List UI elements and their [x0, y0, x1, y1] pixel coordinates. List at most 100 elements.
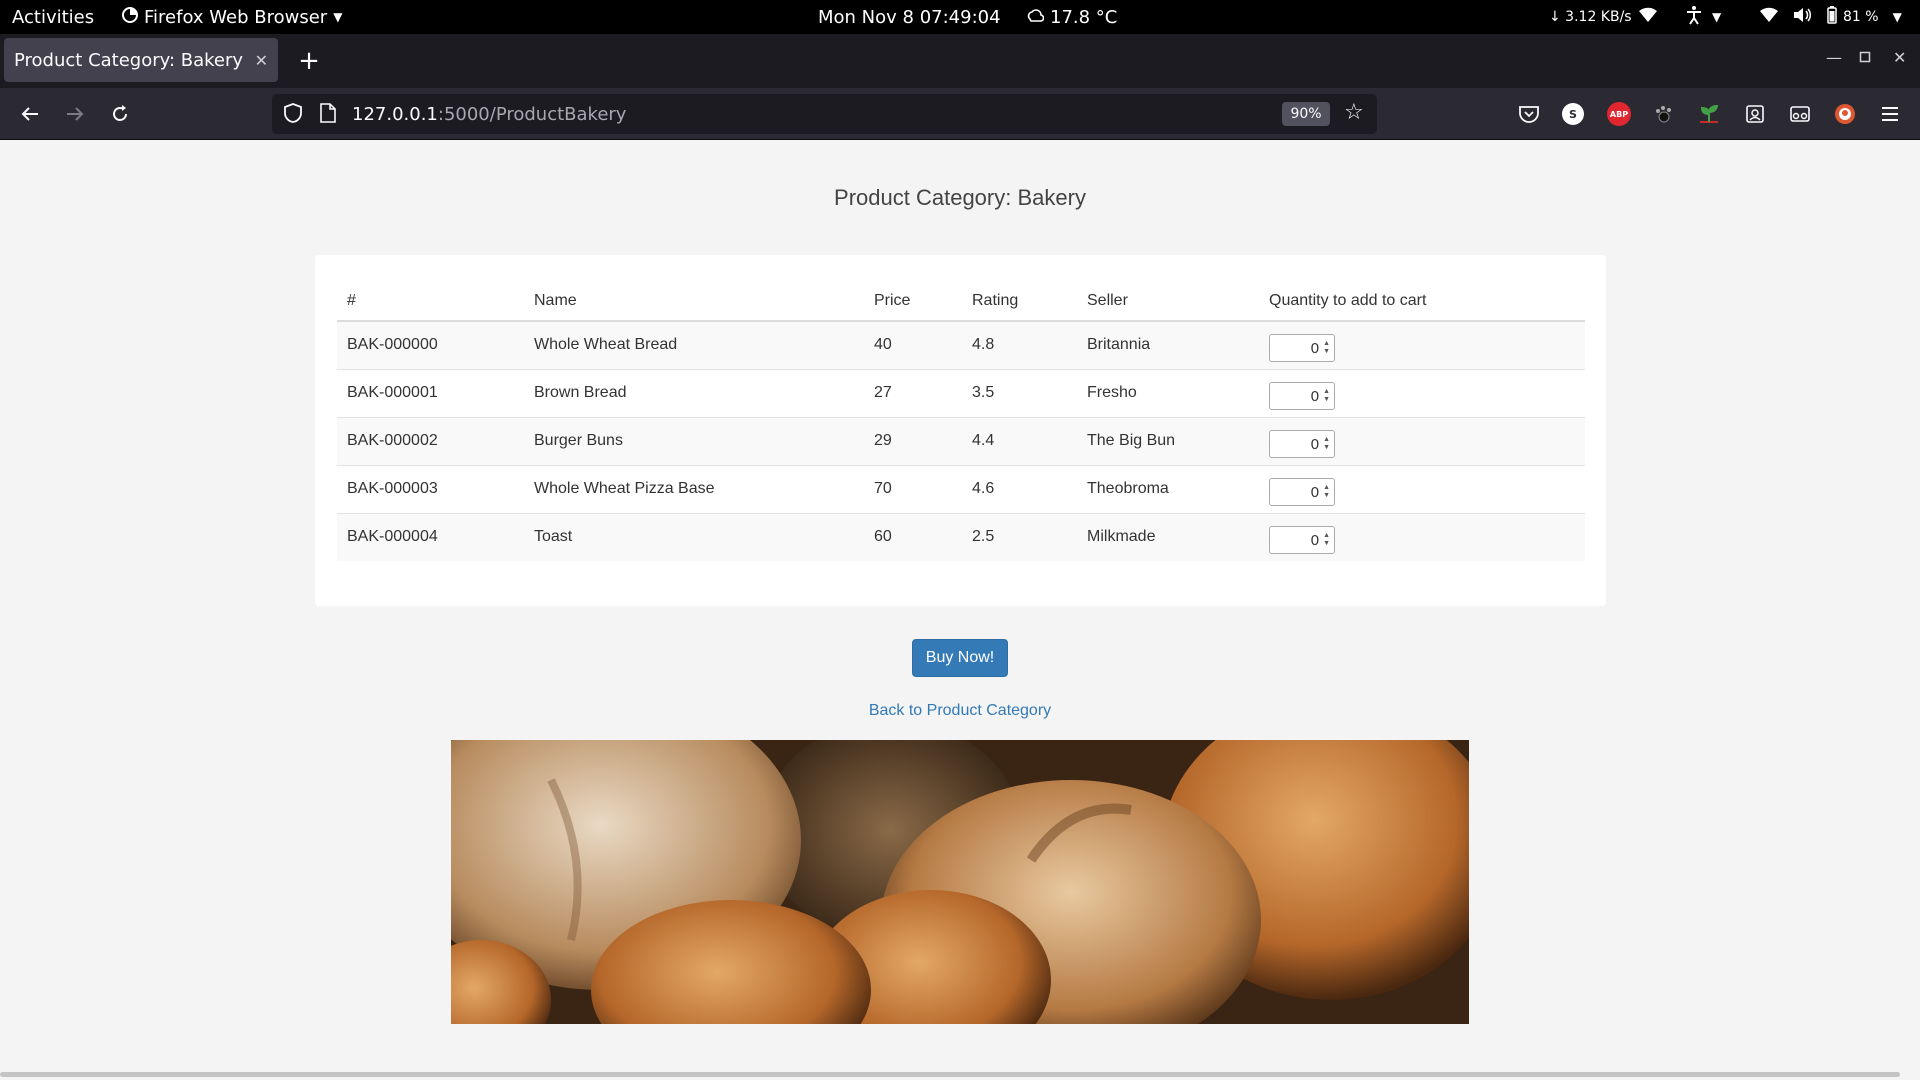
- minimize-icon[interactable]: —: [1826, 48, 1842, 67]
- battery-indicator: 81 %: [1827, 6, 1879, 28]
- app-name: Firefox Web Browser: [144, 6, 328, 28]
- paw-icon[interactable]: [1652, 102, 1676, 126]
- page-info-icon[interactable]: [318, 102, 338, 128]
- quantity-cell: 0 ▲ ▼: [1259, 464, 1585, 513]
- clock[interactable]: Mon Nov 8 07:49:04: [818, 0, 1001, 34]
- back-to-category-link[interactable]: Back to Product Category: [0, 702, 1920, 720]
- horizontal-scrollbar[interactable]: [0, 1072, 1900, 1077]
- system-top-bar: Activities Firefox Web Browser ▼ Mon Nov…: [0, 0, 1920, 34]
- quantity-value: 0: [1310, 483, 1320, 501]
- bookmark-star-icon[interactable]: ☆: [1344, 100, 1364, 125]
- product-seller: Theobroma: [1077, 464, 1259, 513]
- tab-strip: Product Category: Bakery ✕ + — ✕: [0, 34, 1920, 88]
- product-price: 27: [864, 368, 962, 417]
- duckduckgo-icon[interactable]: [1833, 102, 1857, 126]
- pocket-icon[interactable]: [1517, 102, 1541, 126]
- product-id: BAK-000001: [337, 368, 524, 417]
- product-name: Burger Buns: [524, 416, 864, 465]
- reload-button[interactable]: [102, 96, 138, 132]
- col-header-id: #: [337, 281, 524, 322]
- quantity-stepper[interactable]: 0 ▲ ▼: [1269, 382, 1335, 410]
- page-title: Product Category: Bakery: [834, 185, 1086, 210]
- maximize-icon[interactable]: [1859, 48, 1871, 67]
- spinner-arrows-icon[interactable]: ▲ ▼: [1323, 436, 1330, 452]
- product-rating: 3.5: [962, 368, 1077, 417]
- glasses-icon[interactable]: [1788, 102, 1812, 126]
- reader-icon[interactable]: [1743, 102, 1767, 126]
- spinner-arrows-icon[interactable]: ▲ ▼: [1323, 532, 1330, 548]
- table-header-row: # Name Price Rating Seller Quantity to a…: [337, 281, 1585, 322]
- quantity-cell: 0 ▲ ▼: [1259, 512, 1585, 561]
- product-id: BAK-000000: [337, 320, 524, 369]
- weather-indicator[interactable]: 17.8 °C: [1026, 0, 1117, 34]
- product-seller: Britannia: [1077, 320, 1259, 369]
- caret-down-icon: ▼: [333, 10, 343, 24]
- product-name: Brown Bread: [524, 368, 864, 417]
- quantity-value: 0: [1310, 387, 1320, 405]
- adblock-plus-icon[interactable]: ABP: [1607, 102, 1631, 126]
- product-name: Toast: [524, 512, 864, 561]
- buy-now-button[interactable]: Buy Now!: [912, 639, 1008, 677]
- product-rating: 2.5: [962, 512, 1077, 561]
- new-tab-button[interactable]: +: [292, 44, 326, 78]
- caret-down-icon: ▼: [1892, 10, 1902, 24]
- zoom-level-badge[interactable]: 90%: [1282, 102, 1330, 126]
- col-header-rating: Rating: [962, 281, 1077, 322]
- shield-icon[interactable]: [282, 102, 304, 128]
- system-menu[interactable]: 81 % ▼: [1759, 0, 1902, 34]
- quantity-cell: 0 ▲ ▼: [1259, 416, 1585, 465]
- table-row: BAK-000000 Whole Wheat Bread 40 4.8 Brit…: [337, 320, 1585, 369]
- url-bar[interactable]: 127.0.0.1:5000/ProductBakery 90% ☆: [272, 94, 1377, 134]
- activities-button[interactable]: Activities: [12, 0, 94, 34]
- forward-button[interactable]: [57, 96, 93, 132]
- s-icon[interactable]: S: [1562, 103, 1584, 125]
- table-row: BAK-000001 Brown Bread 27 3.5 Fresho 0 ▲…: [337, 368, 1585, 417]
- back-button[interactable]: [12, 96, 48, 132]
- product-id: BAK-000002: [337, 416, 524, 465]
- spinner-arrows-icon[interactable]: ▲ ▼: [1323, 484, 1330, 500]
- spinner-arrows-icon[interactable]: ▲ ▼: [1323, 388, 1330, 404]
- navigation-toolbar: 127.0.0.1:5000/ProductBakery 90% ☆ S ABP: [0, 88, 1920, 140]
- tab-title: Product Category: Bakery: [14, 49, 244, 71]
- quantity-stepper[interactable]: 0 ▲ ▼: [1269, 478, 1335, 506]
- quantity-value: 0: [1310, 531, 1320, 549]
- product-seller: Milkmade: [1077, 512, 1259, 561]
- caret-down-icon: ▼: [1712, 10, 1722, 24]
- weather-icon: [1026, 6, 1045, 29]
- battery-percent: 81 %: [1843, 9, 1879, 25]
- quantity-value: 0: [1310, 339, 1320, 357]
- quantity-stepper[interactable]: 0 ▲ ▼: [1269, 430, 1335, 458]
- product-id: BAK-000003: [337, 464, 524, 513]
- url-path: :5000/ProductBakery: [437, 103, 627, 125]
- accessibility-menu[interactable]: ▼: [1686, 0, 1721, 34]
- products-table: # Name Price Rating Seller Quantity to a…: [337, 281, 1585, 561]
- product-name: Whole Wheat Bread: [524, 320, 864, 369]
- col-header-quantity: Quantity to add to cart: [1259, 281, 1585, 322]
- wifi-icon: [1759, 7, 1779, 27]
- app-menu[interactable]: Firefox Web Browser ▼: [122, 0, 342, 34]
- plant-icon[interactable]: [1697, 102, 1721, 126]
- close-window-icon[interactable]: ✕: [1893, 48, 1906, 67]
- bakery-bread-image: [451, 740, 1469, 1024]
- table-row: BAK-000002 Burger Buns 29 4.4 The Big Bu…: [337, 416, 1585, 465]
- close-icon[interactable]: ✕: [255, 51, 268, 70]
- net-speed: ↓ 3.12 KB/s: [1549, 9, 1632, 25]
- tab-product-bakery[interactable]: Product Category: Bakery ✕: [4, 38, 278, 82]
- product-name: Whole Wheat Pizza Base: [524, 464, 864, 513]
- url-text[interactable]: 127.0.0.1:5000/ProductBakery: [352, 94, 626, 134]
- product-id: BAK-000004: [337, 512, 524, 561]
- page-content: Product Category: Bakery # Name Price Ra…: [0, 141, 1920, 1080]
- table-row: BAK-000004 Toast 60 2.5 Milkmade 0 ▲ ▼: [337, 512, 1585, 561]
- quantity-stepper[interactable]: 0 ▲ ▼: [1269, 526, 1335, 555]
- accessibility-icon: [1686, 5, 1702, 30]
- spinner-arrows-icon[interactable]: ▲ ▼: [1323, 340, 1330, 356]
- network-speed-indicator: ↓ 3.12 KB/s: [1549, 0, 1658, 34]
- product-price: 29: [864, 416, 962, 465]
- menu-icon[interactable]: [1878, 102, 1902, 126]
- col-header-seller: Seller: [1077, 281, 1259, 322]
- quantity-stepper[interactable]: 0 ▲ ▼: [1269, 334, 1335, 363]
- quantity-cell: 0 ▲ ▼: [1259, 368, 1585, 417]
- wifi-icon: [1638, 7, 1658, 27]
- col-header-name: Name: [524, 281, 864, 322]
- product-seller: Fresho: [1077, 368, 1259, 417]
